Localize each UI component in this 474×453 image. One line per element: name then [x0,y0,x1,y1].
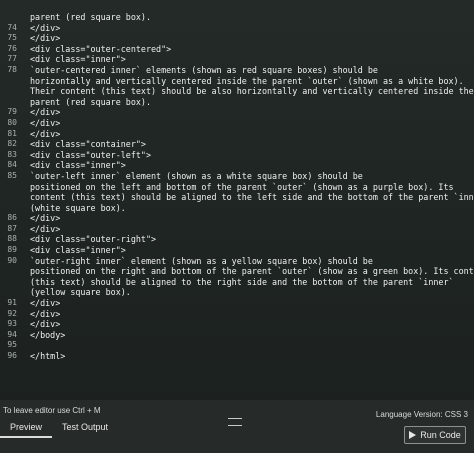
run-code-button[interactable]: Run Code [404,426,466,444]
code-line: horizontally and vertically centered ins… [0,76,474,87]
line-number: 88 [7,234,17,244]
line-number: 78 [7,64,17,74]
code-line: Their content (this text) should be also… [0,86,474,97]
code-line: 84 <div class="inner"> [0,160,474,171]
line-number: 75 [7,33,17,43]
code-line: 75 </div> [0,33,474,44]
code-text: </div> [30,22,61,33]
line-number: 84 [7,160,17,170]
code-text: <div class="inner"> [30,245,126,256]
line-number: 92 [7,308,17,318]
code-line: positioned on the right and bottom of th… [0,266,474,277]
code-text: </div> [30,128,61,139]
code-line: parent (red square box). [0,12,474,23]
line-number: 90 [7,255,17,265]
line-number: 79 [7,107,17,117]
code-text: </div> [30,107,61,118]
code-text: content (this text) should be aligned to… [30,192,474,203]
line-number: 86 [7,213,17,223]
code-text: </html> [30,351,66,361]
code-text: <div class="outer-right"> [30,234,157,245]
code-text: <div class="container"> [30,139,146,150]
code-line: 95 [0,340,474,351]
screen: parent (red square box). 74 </div> 75 </di… [0,0,474,453]
code-text: </body> [30,329,66,340]
line-number: 76 [7,43,17,53]
code-line: 83 <div class="outer-left"> [0,150,474,161]
code-text: </div> [30,223,61,234]
line-number: 94 [7,329,17,339]
line-number: 87 [7,223,17,233]
language-version: Language Version: CSS 3 [375,410,468,419]
line-number: 89 [7,245,17,255]
line-number: 83 [7,149,17,159]
code-text: </div> [30,308,61,319]
code-text: (yellow square box). [30,287,131,298]
code-text: </div> [30,33,61,44]
code-line: (white square box). [0,203,474,214]
line-number: 74 [7,22,17,32]
leave-editor-hint: To leave editor use Ctrl + M [3,406,101,415]
code-text: (white square box). [30,202,126,213]
play-icon [409,431,417,439]
code-line: 90 `outer-right inner` element (shown as… [0,256,474,267]
code-line: 92 </div> [0,309,474,320]
code-text: parent (red square box). [30,96,152,107]
code-text: <div class="inner"> [30,160,126,171]
code-text: <div class="outer-centered"> [30,43,172,54]
code-line: 80 </div> [0,118,474,129]
code-text: `outer-centered inner` elements (shown a… [30,64,378,75]
code-line: 85 `outer-left inner` element (shown as … [0,171,474,182]
code-text: (this text) should be aligned to the rig… [30,276,454,287]
code-line: 74 </div> [0,23,474,34]
code-line: positioned on the left and bottom of the… [0,182,474,193]
code-text: horizontally and vertically centered ins… [30,75,464,86]
code-text: </div> [30,117,61,128]
line-number: 93 [7,319,17,329]
code-line: 88 <div class="outer-right"> [0,234,474,245]
tab-preview[interactable]: Preview [0,418,53,438]
line-number: 96 [7,351,17,360]
code-line: content (this text) should be aligned to… [0,192,474,203]
code-line: 91 </div> [0,298,474,309]
line-number: 77 [7,54,17,64]
code-text: </div> [30,298,61,309]
code-line: 77 <div class="inner"> [0,54,474,65]
output-tabs: Preview Test Output [0,418,118,438]
run-code-label: Run Code [420,430,461,440]
code-line: 81 </div> [0,129,474,140]
code-line: (yellow square box). [0,287,474,298]
code-text: <div class="outer-left"> [30,149,152,160]
code-line: 87 </div> [0,224,474,235]
code-text: parent (red square box). [30,12,152,22]
code-text: positioned on the left and bottom of the… [30,181,454,192]
code-text: `outer-left inner` element (shown as a w… [30,170,363,181]
code-line: parent (red square box). [0,97,474,108]
tab-test-output[interactable]: Test Output [52,418,118,438]
line-number: 91 [7,298,17,308]
code-text: `outer-right inner` element (shown as a … [30,255,373,266]
code-line: 79 </div> [0,107,474,118]
line-number: 80 [7,117,17,127]
line-number: 95 [7,340,17,350]
code-line: 78 `outer-centered inner` elements (show… [0,65,474,76]
code-text: <div class="inner"> [30,54,126,65]
code-line: 93 </div> [0,319,474,330]
code-text: Their content (this text) should be also… [30,86,474,97]
code-line: (this text) should be aligned to the rig… [0,277,474,288]
code-line: 89 <div class="inner"> [0,245,474,256]
line-number: 85 [7,170,17,180]
code-line: 96 </html> [0,351,474,362]
code-text: positioned on the right and bottom of th… [30,266,474,277]
code-text: </div> [30,213,61,224]
code-line: 82 <div class="container"> [0,139,474,150]
code-line: 76 <div class="outer-centered"> [0,44,474,55]
code-line: 94 </body> [0,330,474,341]
code-editor[interactable]: parent (red square box). 74 </div> 75 </di… [0,12,474,397]
resize-handle[interactable] [228,418,242,426]
line-number: 82 [7,139,17,149]
code-text: </div> [30,319,61,330]
code-line: 86 </div> [0,213,474,224]
line-number: 81 [7,128,17,138]
